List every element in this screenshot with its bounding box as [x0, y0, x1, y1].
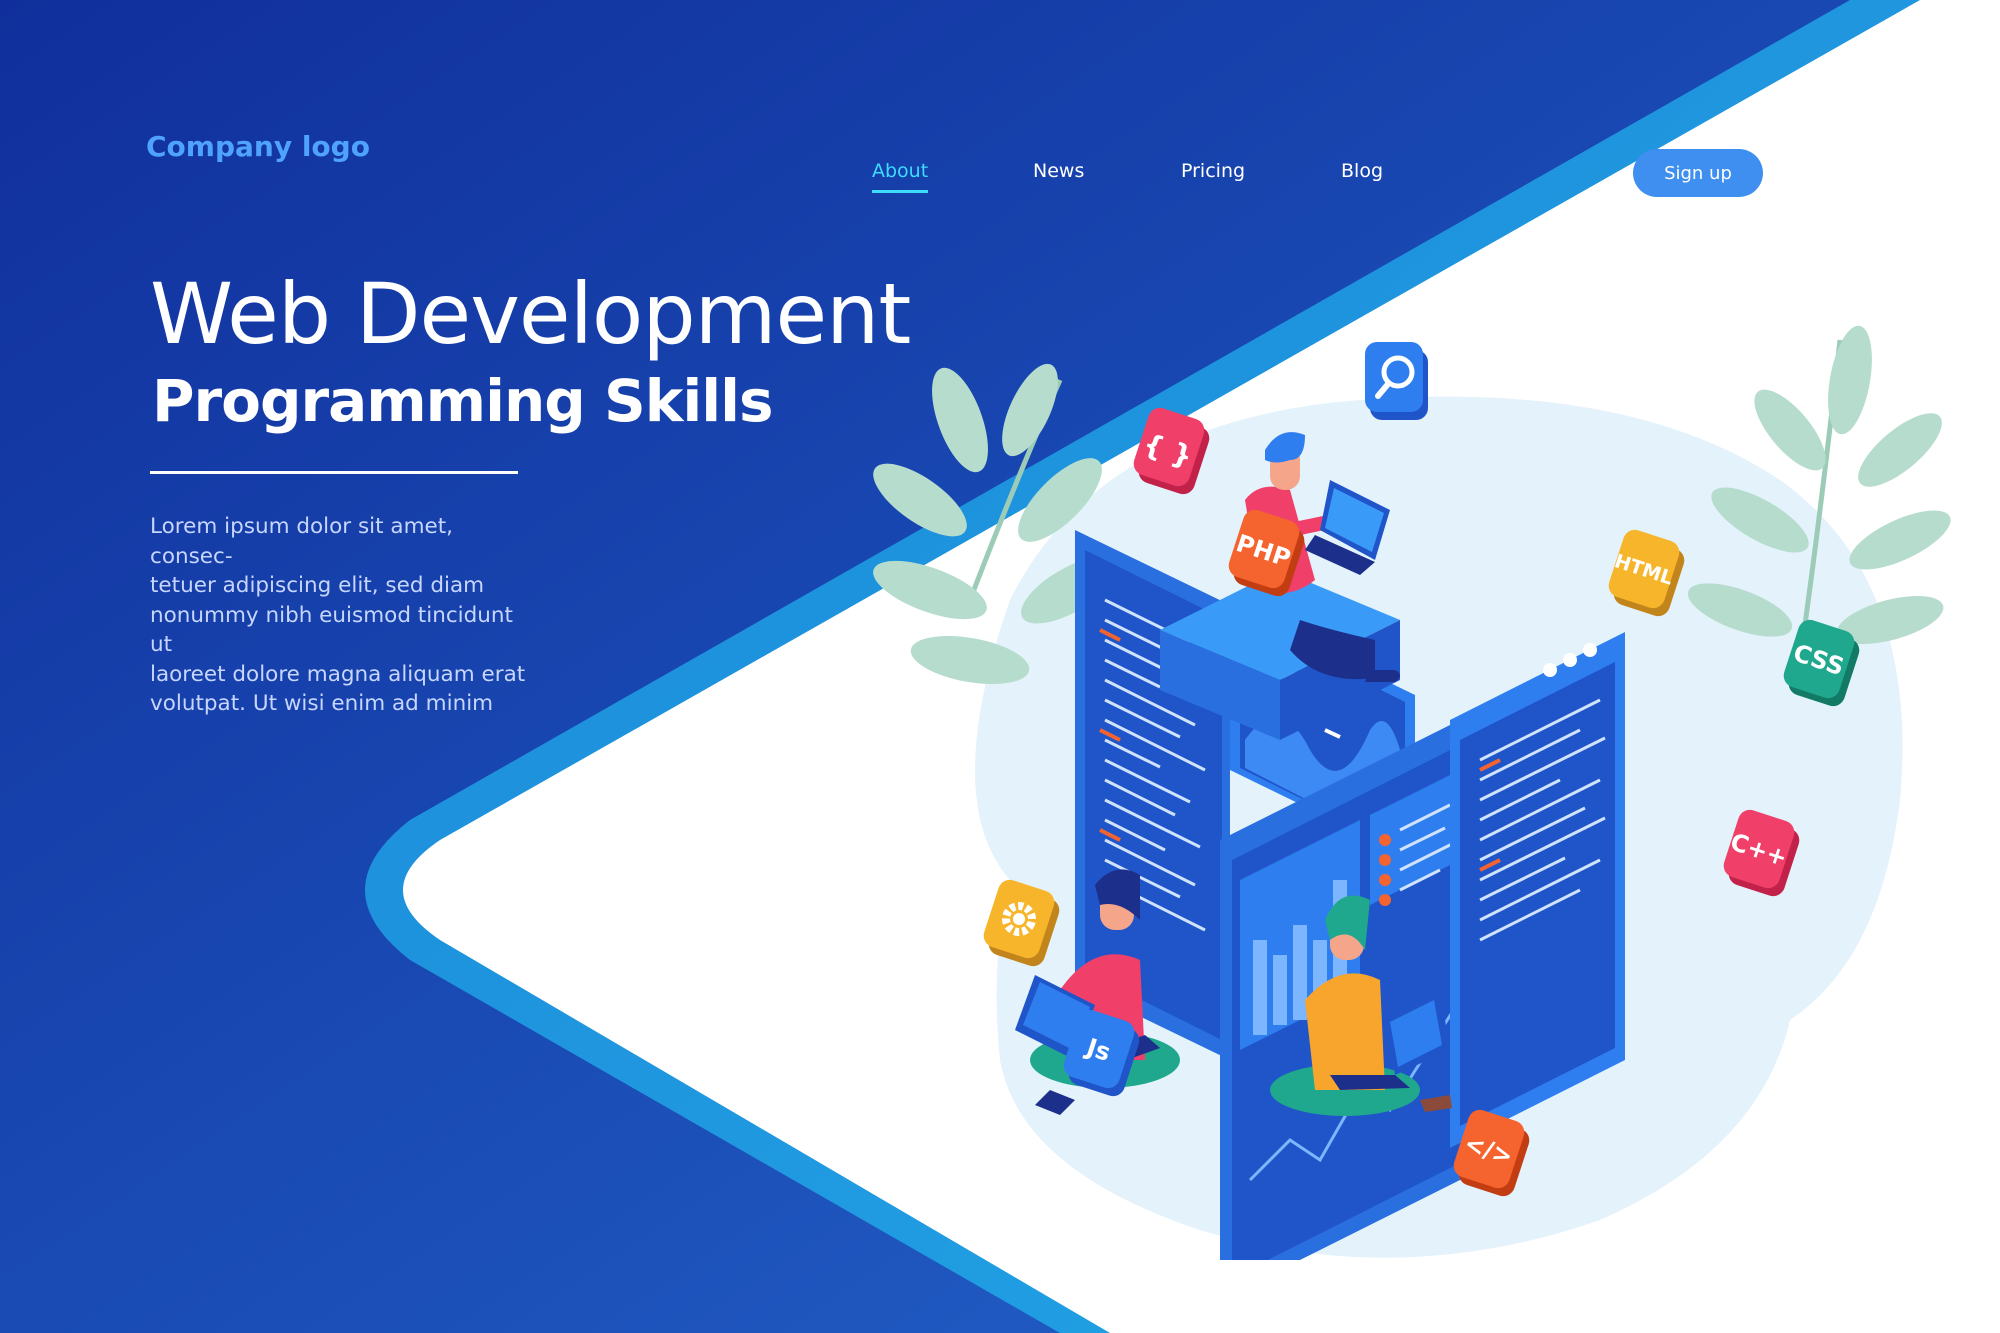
signup-button[interactable]: Sign up [1633, 149, 1763, 197]
nav-news-link[interactable]: News [1033, 160, 1084, 182]
html-badge: HTML [1608, 529, 1685, 617]
hero-description-line: laoreet dolore magna aliquam erat [150, 661, 526, 687]
nav-about-link[interactable]: About [872, 160, 929, 193]
hero-description-line: nonummy nibh euismod tincidunt ut [150, 602, 513, 658]
hero-description-line: Lorem ipsum dolor sit amet, consec- [150, 514, 454, 569]
company-logo[interactable]: Company logo [146, 130, 370, 163]
nav-pricing-link[interactable]: Pricing [1181, 160, 1245, 182]
cpp-badge: C++ [1723, 809, 1800, 897]
web-dev-illustration: { } PHP HTML CSS C++ Js </> [873, 325, 1951, 1260]
hero-description-line: volutpat. Ut wisi enim ad minim [150, 691, 494, 716]
search-badge [1365, 342, 1428, 420]
leaves-right [1687, 325, 1951, 661]
gear-badge [983, 879, 1060, 967]
hero-description: Lorem ipsum dolor sit amet, consec- tetu… [150, 512, 540, 719]
nav-blog-link[interactable]: Blog [1341, 160, 1383, 182]
hero-subtitle: Programming Skills [152, 367, 773, 435]
hero-title: Web Development [150, 265, 911, 363]
braces-badge: { } [1133, 407, 1210, 495]
code-panel-far-right [1450, 632, 1625, 1148]
landing-page: { } PHP HTML CSS C++ Js </> Company logo… [0, 0, 2000, 1333]
hero-divider [150, 471, 518, 474]
hero-description-line: tetuer adipiscing elit, sed diam [150, 573, 485, 598]
